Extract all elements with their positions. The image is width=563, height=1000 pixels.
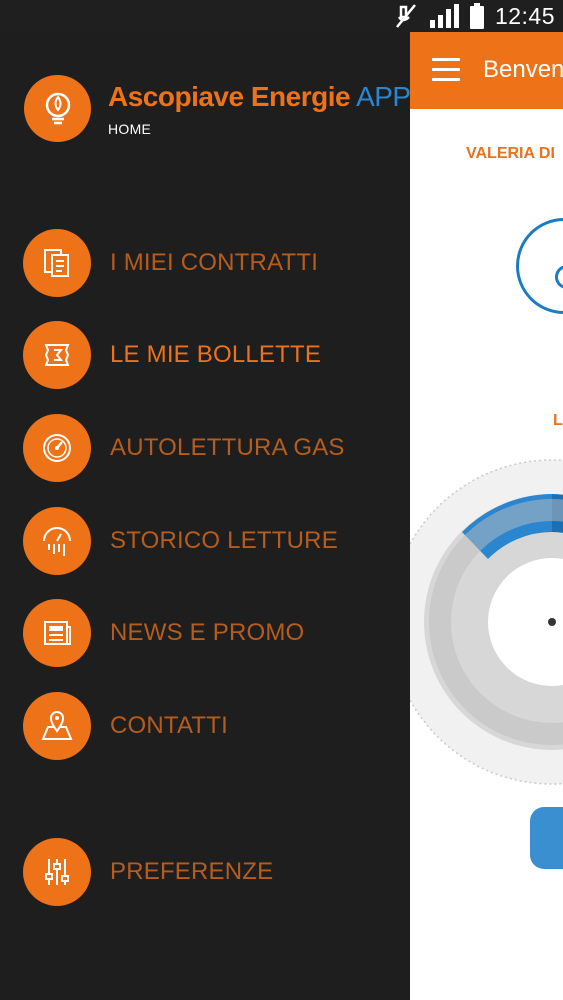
navigation-drawer: Ascopiave Energie APP HOME I MIEI CONTRAT…: [0, 32, 411, 1000]
current-section-label: HOME: [108, 121, 152, 137]
home-screen: Benvenu VALERIA DI L: [410, 32, 563, 1000]
menu-label: PREFERENZE: [110, 858, 274, 885]
mute-icon: [395, 4, 416, 28]
app-bar: Benvenu: [410, 32, 563, 109]
menu-item-news[interactable]: NEWS E PROMO: [0, 594, 410, 674]
section-heading: L: [553, 412, 563, 429]
customer-name: VALERIA DI: [466, 145, 555, 162]
user-ring-icon[interactable]: [516, 218, 563, 314]
history-icon: [23, 507, 91, 575]
menu-label: NEWS E PROMO: [110, 619, 305, 646]
status-time: 12:45: [494, 2, 555, 29]
contracts-icon: [23, 229, 91, 297]
news-icon: [23, 599, 91, 667]
sliders-icon: [23, 838, 91, 906]
menu-item-contacts[interactable]: CONTATTI: [0, 687, 410, 767]
consumption-gauge: [410, 459, 563, 785]
menu-item-preferences[interactable]: PREFERENZE: [0, 833, 410, 913]
menu-label: STORICO LETTURE: [110, 527, 338, 554]
menu-label: CONTATTI: [110, 712, 229, 739]
menu-icon[interactable]: [432, 58, 460, 82]
app-bar-title: Benvenu: [483, 56, 563, 83]
menu-item-contracts[interactable]: I MIEI CONTRATTI: [0, 224, 410, 304]
map-pin-icon: [23, 692, 91, 760]
signal-icon: [429, 4, 459, 28]
menu-item-gas-reading[interactable]: AUTOLETTURA GAS: [0, 409, 410, 489]
menu-label: LE MIE BOLLETTE: [110, 341, 322, 368]
menu-label: AUTOLETTURA GAS: [110, 434, 345, 461]
primary-action-button[interactable]: [530, 807, 563, 869]
brand-suffix: APP: [356, 81, 411, 112]
status-icons: 12:45: [393, 0, 555, 32]
menu-item-bills[interactable]: LE MIE BOLLETTE: [0, 316, 410, 396]
status-bar: 12:45: [0, 0, 563, 32]
menu-label: I MIEI CONTRATTI: [110, 249, 319, 276]
gauge-icon: [23, 414, 91, 482]
battery-icon: [469, 3, 484, 29]
menu-item-reading-history[interactable]: STORICO LETTURE: [0, 502, 410, 582]
brand-logo-icon: [24, 75, 91, 142]
bills-icon: [23, 321, 91, 389]
brand-title: Ascopiave Energie APP: [108, 81, 411, 113]
brand-name: Ascopiave Energie: [108, 81, 351, 112]
